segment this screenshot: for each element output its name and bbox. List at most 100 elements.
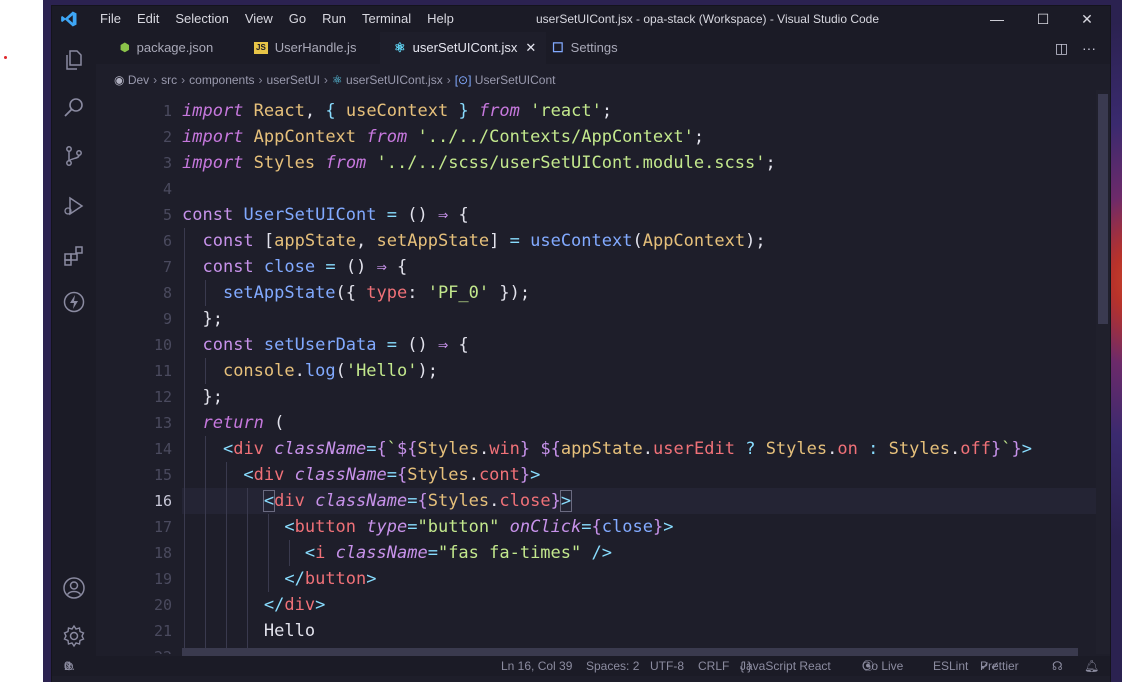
indentation[interactable]: Spaces: 2 — [586, 656, 639, 676]
menu-help[interactable]: Help — [419, 6, 462, 32]
encoding[interactable]: UTF-8 — [650, 656, 684, 676]
target-icon: ◉ — [114, 73, 125, 87]
menu-file[interactable]: File — [92, 6, 129, 32]
code-line: }; — [182, 387, 223, 407]
code-line: const close = () ⇒ { — [202, 257, 408, 277]
line-number: 6 — [162, 232, 172, 250]
menu-edit[interactable]: Edit — [129, 6, 167, 32]
breadcrumb-item[interactable]: UserSetUICont — [475, 73, 556, 87]
source-control-icon[interactable] — [62, 144, 86, 168]
vertical-scrollbar[interactable] — [1096, 90, 1110, 654]
tab-label: package.json — [136, 40, 214, 55]
explorer-icon[interactable] — [62, 48, 86, 72]
go-live-label: Go Live — [862, 659, 904, 673]
line-number: 11 — [153, 362, 172, 380]
breadcrumb-item[interactable]: src — [161, 73, 177, 87]
extensions-icon[interactable] — [62, 244, 86, 268]
react-file-icon: ⚛ — [394, 40, 406, 55]
menu-view[interactable]: View — [237, 6, 281, 32]
code-line: const setUserData = () ⇒ { — [202, 335, 469, 355]
tab-label: UserHandle.js — [274, 40, 357, 55]
nodejs-icon: ⬢ — [120, 42, 130, 54]
cursor-position[interactable]: Ln 16, Col 39 — [501, 656, 572, 676]
line-number: 8 — [162, 284, 172, 302]
thunder-client-icon[interactable] — [62, 290, 86, 314]
code-line: }; — [182, 309, 223, 329]
line-number: 1 — [162, 102, 172, 120]
more-actions-icon[interactable]: ··· — [1082, 40, 1096, 56]
run-debug-icon[interactable] — [62, 194, 86, 218]
line-number: 19 — [153, 570, 172, 588]
warning-count: 0 — [64, 659, 71, 673]
code-line: <button type="button" onClick={close}> — [284, 517, 674, 537]
code-line: Hello — [263, 621, 316, 641]
notifications-bell-icon[interactable]: 🔔︎ — [1084, 656, 1099, 676]
tab-label: Settings — [570, 40, 618, 55]
chevron-right-icon: › — [181, 73, 186, 87]
tab-usersetuicont-jsx[interactable]: ⚛ userSetUICont.jsx ✕ — [380, 32, 547, 64]
language-label: JavaScript React — [740, 659, 831, 673]
javascript-file-icon: JS — [254, 42, 268, 54]
code-line: console.log('Hello'); — [222, 361, 438, 381]
code-editor[interactable]: 1 2 3 4 5 6 7 8 9 10 11 12 13 14 15 16 1… — [96, 90, 1110, 654]
code-line: import Styles from '../../scss/userSetUI… — [182, 153, 776, 173]
eslint-status[interactable]: ESLint — [933, 656, 968, 676]
line-number: 14 — [153, 440, 172, 458]
chevron-right-icon: › — [323, 73, 328, 87]
tab-userhandle-js[interactable]: JS UserHandle.js — [242, 32, 368, 64]
code-line: <div className={`${Styles.win} ${appStat… — [222, 439, 1032, 459]
code-line: const UserSetUICont = () ⇒ { — [182, 205, 469, 225]
minimize-button[interactable]: — — [974, 6, 1020, 32]
breadcrumb-item[interactable]: Dev — [128, 73, 149, 87]
line-number: 9 — [162, 310, 172, 328]
close-tab-icon[interactable]: ✕ — [525, 32, 536, 64]
code-line: const [appState, setAppState] = useConte… — [202, 231, 766, 251]
tab-settings[interactable]: ☐ Settings — [540, 32, 630, 64]
settings-file-icon: ☐ — [552, 40, 564, 55]
menu-bar: File Edit Selection View Go Run Terminal… — [92, 6, 462, 32]
breadcrumb-item[interactable]: components — [189, 73, 254, 87]
settings-gear-icon[interactable] — [62, 624, 86, 648]
desktop-marker — [4, 56, 7, 59]
breadcrumb-item[interactable]: userSetUICont.jsx — [346, 73, 443, 87]
horizontal-scrollbar[interactable] — [182, 648, 1078, 656]
menu-run[interactable]: Run — [314, 6, 354, 32]
status-bar: ⊗ 0 ⚠ 0 Ln 16, Col 39 Spaces: 2 UTF-8 CR… — [52, 656, 1110, 676]
menu-go[interactable]: Go — [281, 6, 314, 32]
window-title: userSetUICont.jsx - opa-stack (Workspace… — [536, 12, 880, 26]
code-line: </div> — [263, 595, 326, 615]
vscode-window: File Edit Selection View Go Run Terminal… — [52, 6, 1110, 682]
line-number: 7 — [162, 258, 172, 276]
breadcrumb: ◉ Dev › src › components › userSetUI › ⚛ userSet… — [114, 71, 556, 89]
line-number: 2 — [162, 128, 172, 146]
tab-bar: ⬢ package.json JS UserHandle.js ⚛ userSe… — [96, 32, 1110, 64]
tab-package-json[interactable]: ⬢ package.json — [108, 32, 225, 64]
maximize-button[interactable]: ☐ — [1020, 6, 1066, 32]
line-number: 10 — [153, 336, 172, 354]
line-number: 4 — [162, 180, 172, 198]
menu-selection[interactable]: Selection — [167, 6, 236, 32]
close-window-button[interactable]: ✕ — [1064, 6, 1110, 32]
tab-label: userSetUICont.jsx — [412, 40, 518, 55]
editor-actions: ◫ ··· — [1055, 32, 1096, 64]
line-number: 20 — [153, 596, 172, 614]
search-icon[interactable] — [62, 96, 86, 120]
code-line: </button> — [284, 569, 377, 589]
line-number-current: 16 — [153, 492, 172, 510]
line-number: 17 — [153, 518, 172, 536]
menu-terminal[interactable]: Terminal — [354, 6, 419, 32]
feedback-icon[interactable]: ☊ — [1052, 656, 1063, 676]
prettier-label: Prettier — [980, 659, 1019, 673]
line-ending[interactable]: CRLF — [698, 656, 729, 676]
account-icon[interactable] — [62, 576, 86, 600]
split-editor-icon[interactable]: ◫ — [1055, 40, 1068, 56]
code-line: import React, { useContext } from 'react… — [182, 101, 613, 121]
breadcrumb-item[interactable]: userSetUI — [267, 73, 320, 87]
title-bar: File Edit Selection View Go Run Terminal… — [52, 6, 1110, 32]
scrollbar-thumb[interactable] — [1098, 94, 1108, 324]
line-number: 12 — [153, 388, 172, 406]
chevron-right-icon: › — [258, 73, 263, 87]
code-line: import AppContext from '../../Contexts/A… — [182, 127, 705, 147]
line-number: 5 — [162, 206, 172, 224]
line-number: 21 — [153, 622, 172, 640]
